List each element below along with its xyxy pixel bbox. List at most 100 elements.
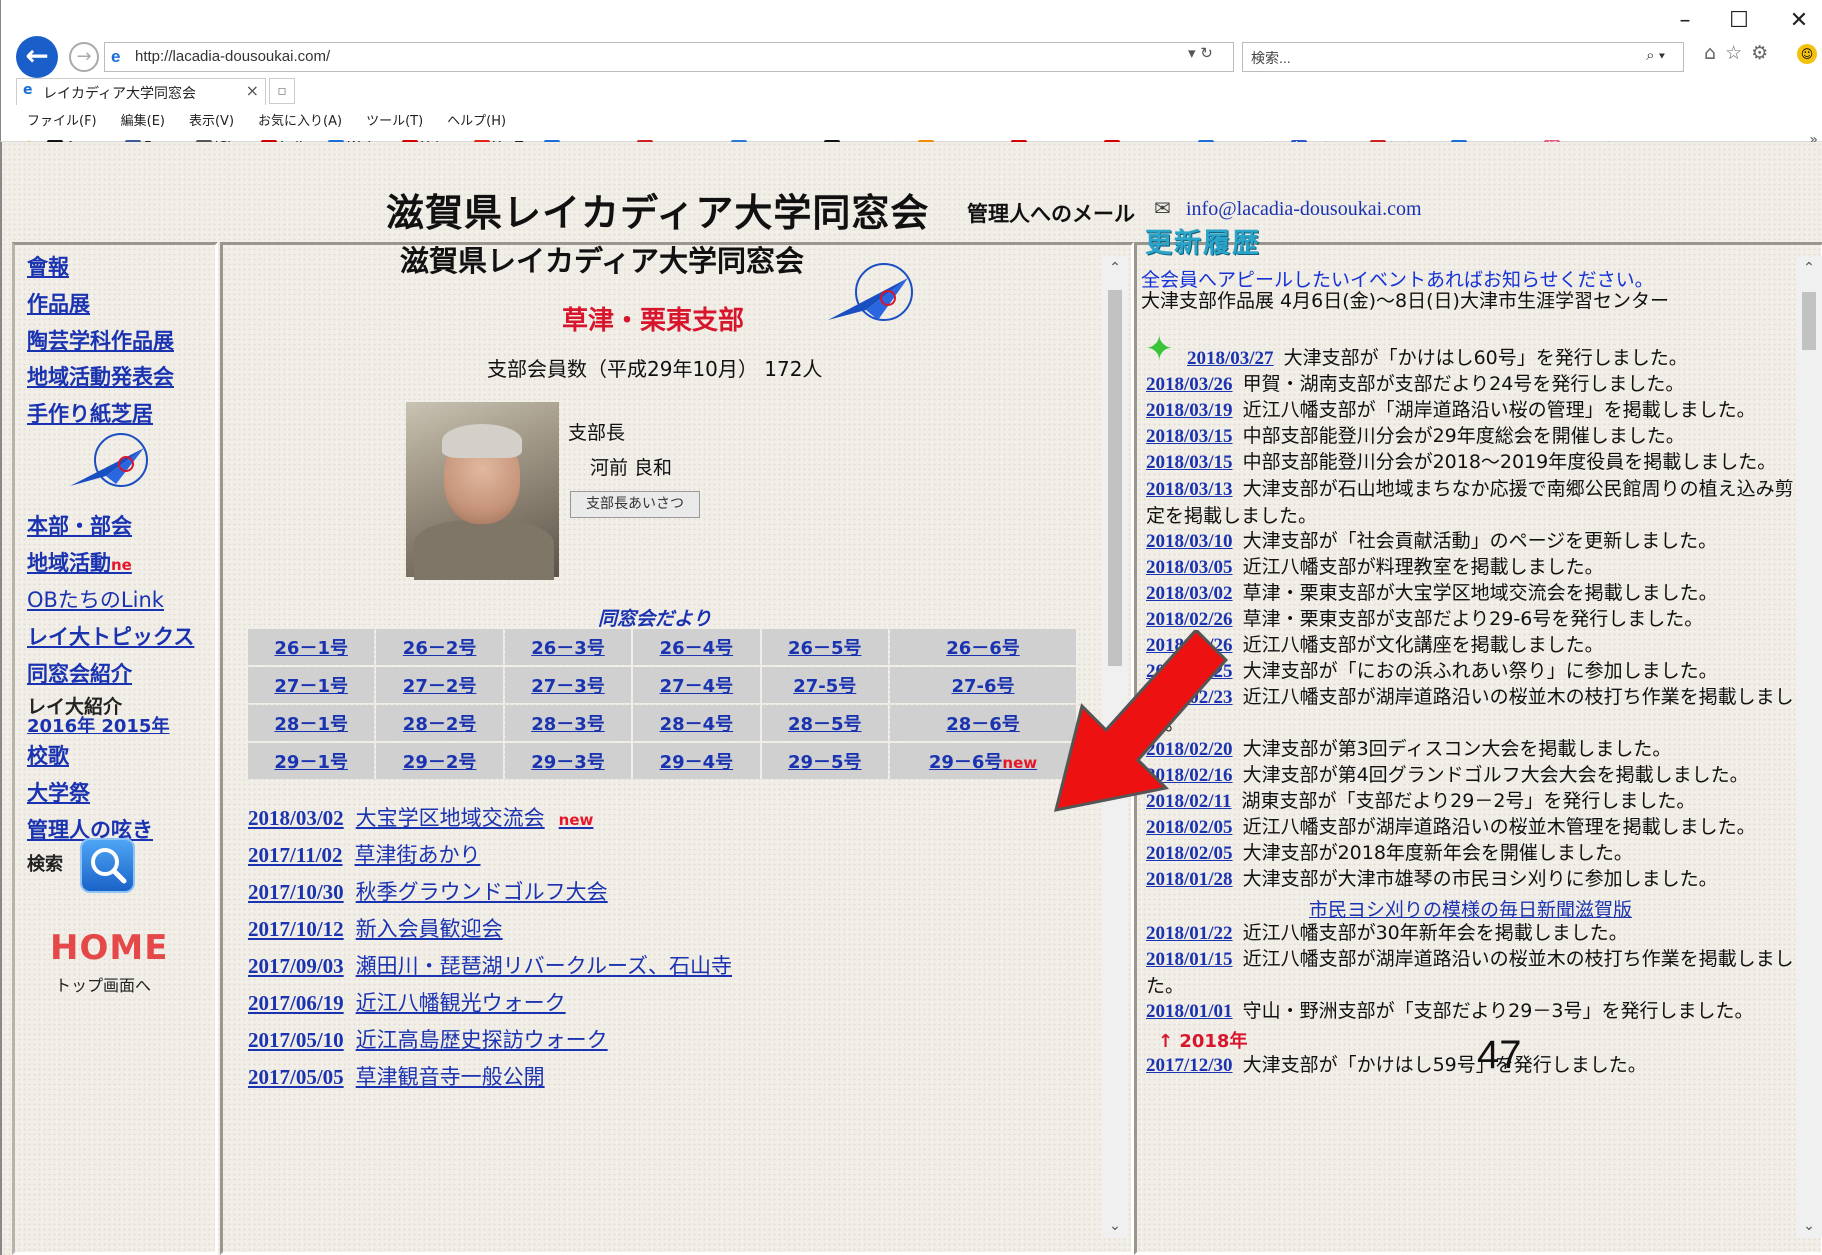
update-date[interactable]: 2017/12/30	[1146, 1055, 1233, 1076]
updates-scrollbar[interactable]: ⌃ ⌄	[1796, 256, 1822, 1238]
event-link[interactable]: 2017/10/30 秋季グラウンドゴルフ大会	[248, 876, 608, 906]
home-logo-link[interactable]: HOME	[50, 928, 168, 968]
issue-link[interactable]: 27－4号	[633, 667, 760, 703]
event-link[interactable]: 2017/11/02 草津街あかり	[248, 839, 481, 869]
issue-link[interactable]: 26－3号	[504, 629, 632, 665]
issue-link[interactable]: 27－2号	[376, 667, 503, 703]
sidebar-item-topics[interactable]: レイ大トピックス	[27, 621, 194, 651]
university-intro-years-link[interactable]: 2016年 2015年	[27, 712, 169, 738]
update-date[interactable]: 2018/02/26	[1146, 609, 1233, 630]
event-link[interactable]: 2017/06/19 近江八幡観光ウォーク	[248, 987, 566, 1017]
sidebar-item-school-song[interactable]: 校歌	[27, 740, 69, 770]
scroll-down-icon[interactable]: ⌄	[1102, 1218, 1128, 1234]
scroll-up-icon[interactable]: ⌃	[1796, 260, 1822, 276]
event-title: 近江八幡観光ウォーク	[355, 991, 566, 1015]
menu-item[interactable]: ファイル(F)	[27, 110, 97, 129]
issue-link[interactable]: 26－4号	[633, 629, 760, 665]
address-bar[interactable]: e http://lacadia-dousoukai.com/	[104, 42, 1234, 72]
issue-link[interactable]: 26－2号	[376, 629, 503, 665]
close-window-button[interactable]: ✕	[1779, 8, 1819, 33]
update-date[interactable]: 2018/01/15	[1146, 949, 1233, 970]
search-icon[interactable]: ⌕ ▾	[1646, 47, 1665, 64]
scroll-down-icon[interactable]: ⌄	[1796, 1218, 1822, 1234]
issue-link[interactable]: 29－4号	[633, 743, 760, 779]
update-date[interactable]: 2018/01/22	[1146, 923, 1233, 944]
issue-link[interactable]: 29－2号	[376, 743, 503, 779]
update-date[interactable]: 2018/01/01	[1146, 1001, 1233, 1022]
issue-label: 27-5号	[793, 676, 857, 697]
menu-item[interactable]: ヘルプ(H)	[447, 110, 506, 129]
maximize-button[interactable]: ☐	[1719, 8, 1759, 33]
update-date[interactable]: 2018/03/05	[1146, 557, 1233, 578]
gear-icon[interactable]: ⚙	[1751, 42, 1777, 64]
sidebar-item-alumni-intro[interactable]: 同窓会紹介	[27, 658, 132, 688]
sidebar-item-headquarters[interactable]: 本部・部会	[27, 510, 132, 540]
issue-link[interactable]: 27－3号	[504, 667, 632, 703]
update-date[interactable]: 2018/03/10	[1146, 531, 1233, 552]
update-date[interactable]: 2018/03/19	[1146, 400, 1233, 421]
site-search-button[interactable]	[80, 838, 135, 893]
sidebar-item-exhibition[interactable]: 作品展	[27, 288, 90, 318]
sidebar-item-ob-links[interactable]: OBたちのLink	[27, 584, 164, 614]
back-arrow-icon[interactable]: ←	[16, 36, 58, 78]
issue-link[interactable]: 29－3号	[504, 743, 632, 779]
issue-link[interactable]: 28－4号	[633, 705, 760, 741]
browser-tab[interactable]: e レイカディア大学同窓会 ×	[16, 78, 266, 105]
event-link[interactable]: 2017/10/12 新入会員歓迎会	[248, 913, 503, 943]
event-link[interactable]: 2017/05/05 草津観音寺一般公開	[248, 1061, 545, 1091]
update-date[interactable]: 2018/03/15	[1146, 426, 1233, 447]
forward-arrow-icon[interactable]: →	[69, 42, 99, 72]
feedback-smiley-icon[interactable]: ☺	[1797, 44, 1817, 64]
update-date[interactable]: 2018/03/15	[1146, 452, 1233, 473]
close-tab-icon[interactable]: ×	[246, 81, 259, 100]
sidebar-item-festival[interactable]: 大学祭	[27, 777, 90, 807]
issue-link[interactable]: 29－1号	[248, 743, 375, 779]
issue-link[interactable]: 28－1号	[248, 705, 375, 741]
issue-link[interactable]: 29－5号	[761, 743, 888, 779]
refresh-icon[interactable]: ▾ ↻	[1188, 44, 1213, 62]
issue-link[interactable]: 26－5号	[761, 629, 888, 665]
issue-link[interactable]: 28－3号	[504, 705, 632, 741]
chief-name: 河前 良和	[590, 457, 673, 479]
updates-scroll-thumb[interactable]	[1802, 292, 1816, 350]
sidebar-item-regional-activities[interactable]: 地域活動ne	[27, 547, 132, 577]
update-date[interactable]: 2018/01/28	[1146, 869, 1233, 890]
sidebar-item-pottery[interactable]: 陶芸学科作品展	[27, 325, 174, 355]
browser-search-input[interactable]: 検索... ⌕ ▾	[1242, 42, 1684, 72]
event-link[interactable]: 2017/09/03 瀬田川・琵琶湖リバークルーズ、石山寺	[248, 950, 732, 980]
new-badge: new	[1002, 754, 1038, 772]
issue-link[interactable]: 27－1号	[248, 667, 375, 703]
sidebar-item-kamishibai[interactable]: 手作り紙芝居	[27, 398, 153, 428]
center-scroll-thumb[interactable]	[1108, 290, 1122, 666]
chief-greeting-button[interactable]: 支部長あいさつ	[570, 491, 700, 518]
issue-link[interactable]: 28－5号	[761, 705, 888, 741]
issue-link[interactable]: 26－1号	[248, 629, 375, 665]
update-date[interactable]: 2018/03/02	[1146, 583, 1233, 604]
sidebar-item-regional-presentation[interactable]: 地域活動発表会	[27, 361, 174, 391]
favorites-star-icon[interactable]: ☆	[1725, 42, 1751, 64]
menu-item[interactable]: お気に入り(A)	[258, 110, 342, 129]
event-link[interactable]: 2018/03/02 大宝学区地域交流会 new	[248, 802, 593, 832]
admin-email-link[interactable]: info@lacadia-dousoukai.com	[1186, 198, 1422, 221]
menu-item[interactable]: 編集(E)	[121, 110, 165, 129]
minimize-button[interactable]: –	[1665, 8, 1705, 33]
issue-link[interactable]: 28－2号	[376, 705, 503, 741]
scroll-up-icon[interactable]: ⌃	[1102, 260, 1128, 276]
mail-icon[interactable]: ✉	[1154, 196, 1171, 220]
update-date[interactable]: 2018/02/05	[1146, 843, 1233, 864]
home-icon[interactable]: ⌂	[1704, 42, 1725, 64]
slide-number: 47	[1477, 1033, 1522, 1077]
new-tab-button[interactable]: ▫	[269, 78, 295, 104]
issue-label: 28－3号	[531, 714, 605, 735]
update-text: 大津支部が「かけはし59号」を発行しました。	[1242, 1054, 1647, 1076]
press-article-link[interactable]: 市民ヨシ刈りの模様の毎日新聞滋賀版	[1309, 895, 1632, 922]
sidebar-item-kaiho[interactable]: 會報	[27, 251, 69, 281]
issue-label: 29－1号	[274, 752, 348, 773]
issue-link[interactable]: 27-5号	[761, 667, 888, 703]
menu-item[interactable]: 表示(V)	[189, 110, 234, 129]
update-date[interactable]: 2018/03/26	[1146, 374, 1233, 395]
update-date[interactable]: 2018/03/27	[1187, 348, 1274, 369]
event-link[interactable]: 2017/05/10 近江高島歴史探訪ウォーク	[248, 1024, 608, 1054]
menu-item[interactable]: ツール(T)	[366, 110, 423, 129]
update-date[interactable]: 2018/03/13	[1146, 479, 1233, 500]
